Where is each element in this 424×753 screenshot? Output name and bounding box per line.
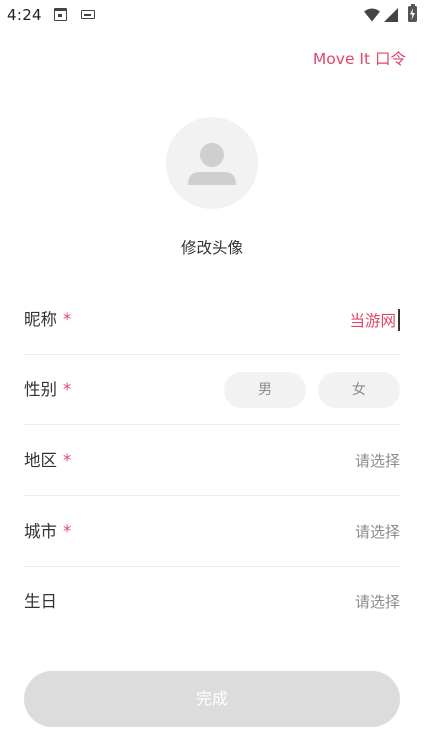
done-button[interactable]: 完成	[24, 671, 400, 727]
birthday-label: 生日	[24, 592, 57, 611]
battery-charging-icon	[408, 4, 417, 22]
birthday-select[interactable]: 请选择	[355, 567, 400, 637]
signal-icon	[384, 7, 398, 22]
status-time: 4:24	[7, 6, 42, 24]
required-mark: *	[63, 451, 72, 470]
calendar-icon	[54, 8, 67, 21]
keyboard-icon	[81, 10, 95, 19]
city-select[interactable]: 请选择	[355, 497, 400, 567]
gender-female-button[interactable]: 女	[318, 372, 400, 408]
status-bar: 4:24	[0, 0, 424, 30]
change-avatar-link[interactable]: 修改头像	[0, 236, 424, 258]
nickname-label: 昵称 *	[24, 310, 72, 329]
city-row[interactable]: 城市 * 请选择	[24, 497, 400, 567]
region-row[interactable]: 地区 * 请选择	[24, 426, 400, 496]
person-placeholder-icon	[188, 143, 236, 185]
region-label: 地区 *	[24, 451, 72, 470]
birthday-row[interactable]: 生日 请选择	[24, 567, 400, 637]
required-mark: *	[63, 522, 72, 541]
move-it-code-button[interactable]: Move It 口令	[313, 47, 406, 69]
required-mark: *	[63, 380, 72, 399]
wifi-icon	[364, 7, 380, 22]
gender-label: 性别 *	[24, 380, 72, 399]
text-caret	[398, 309, 400, 331]
nickname-row: 昵称 *	[24, 285, 400, 355]
city-label: 城市 *	[24, 522, 72, 541]
gender-row: 性别 * 男 女	[24, 355, 400, 425]
gender-male-button[interactable]: 男	[224, 372, 306, 408]
nickname-input[interactable]	[200, 307, 400, 333]
avatar[interactable]	[166, 117, 258, 209]
required-mark: *	[63, 310, 72, 329]
region-select[interactable]: 请选择	[355, 426, 400, 496]
